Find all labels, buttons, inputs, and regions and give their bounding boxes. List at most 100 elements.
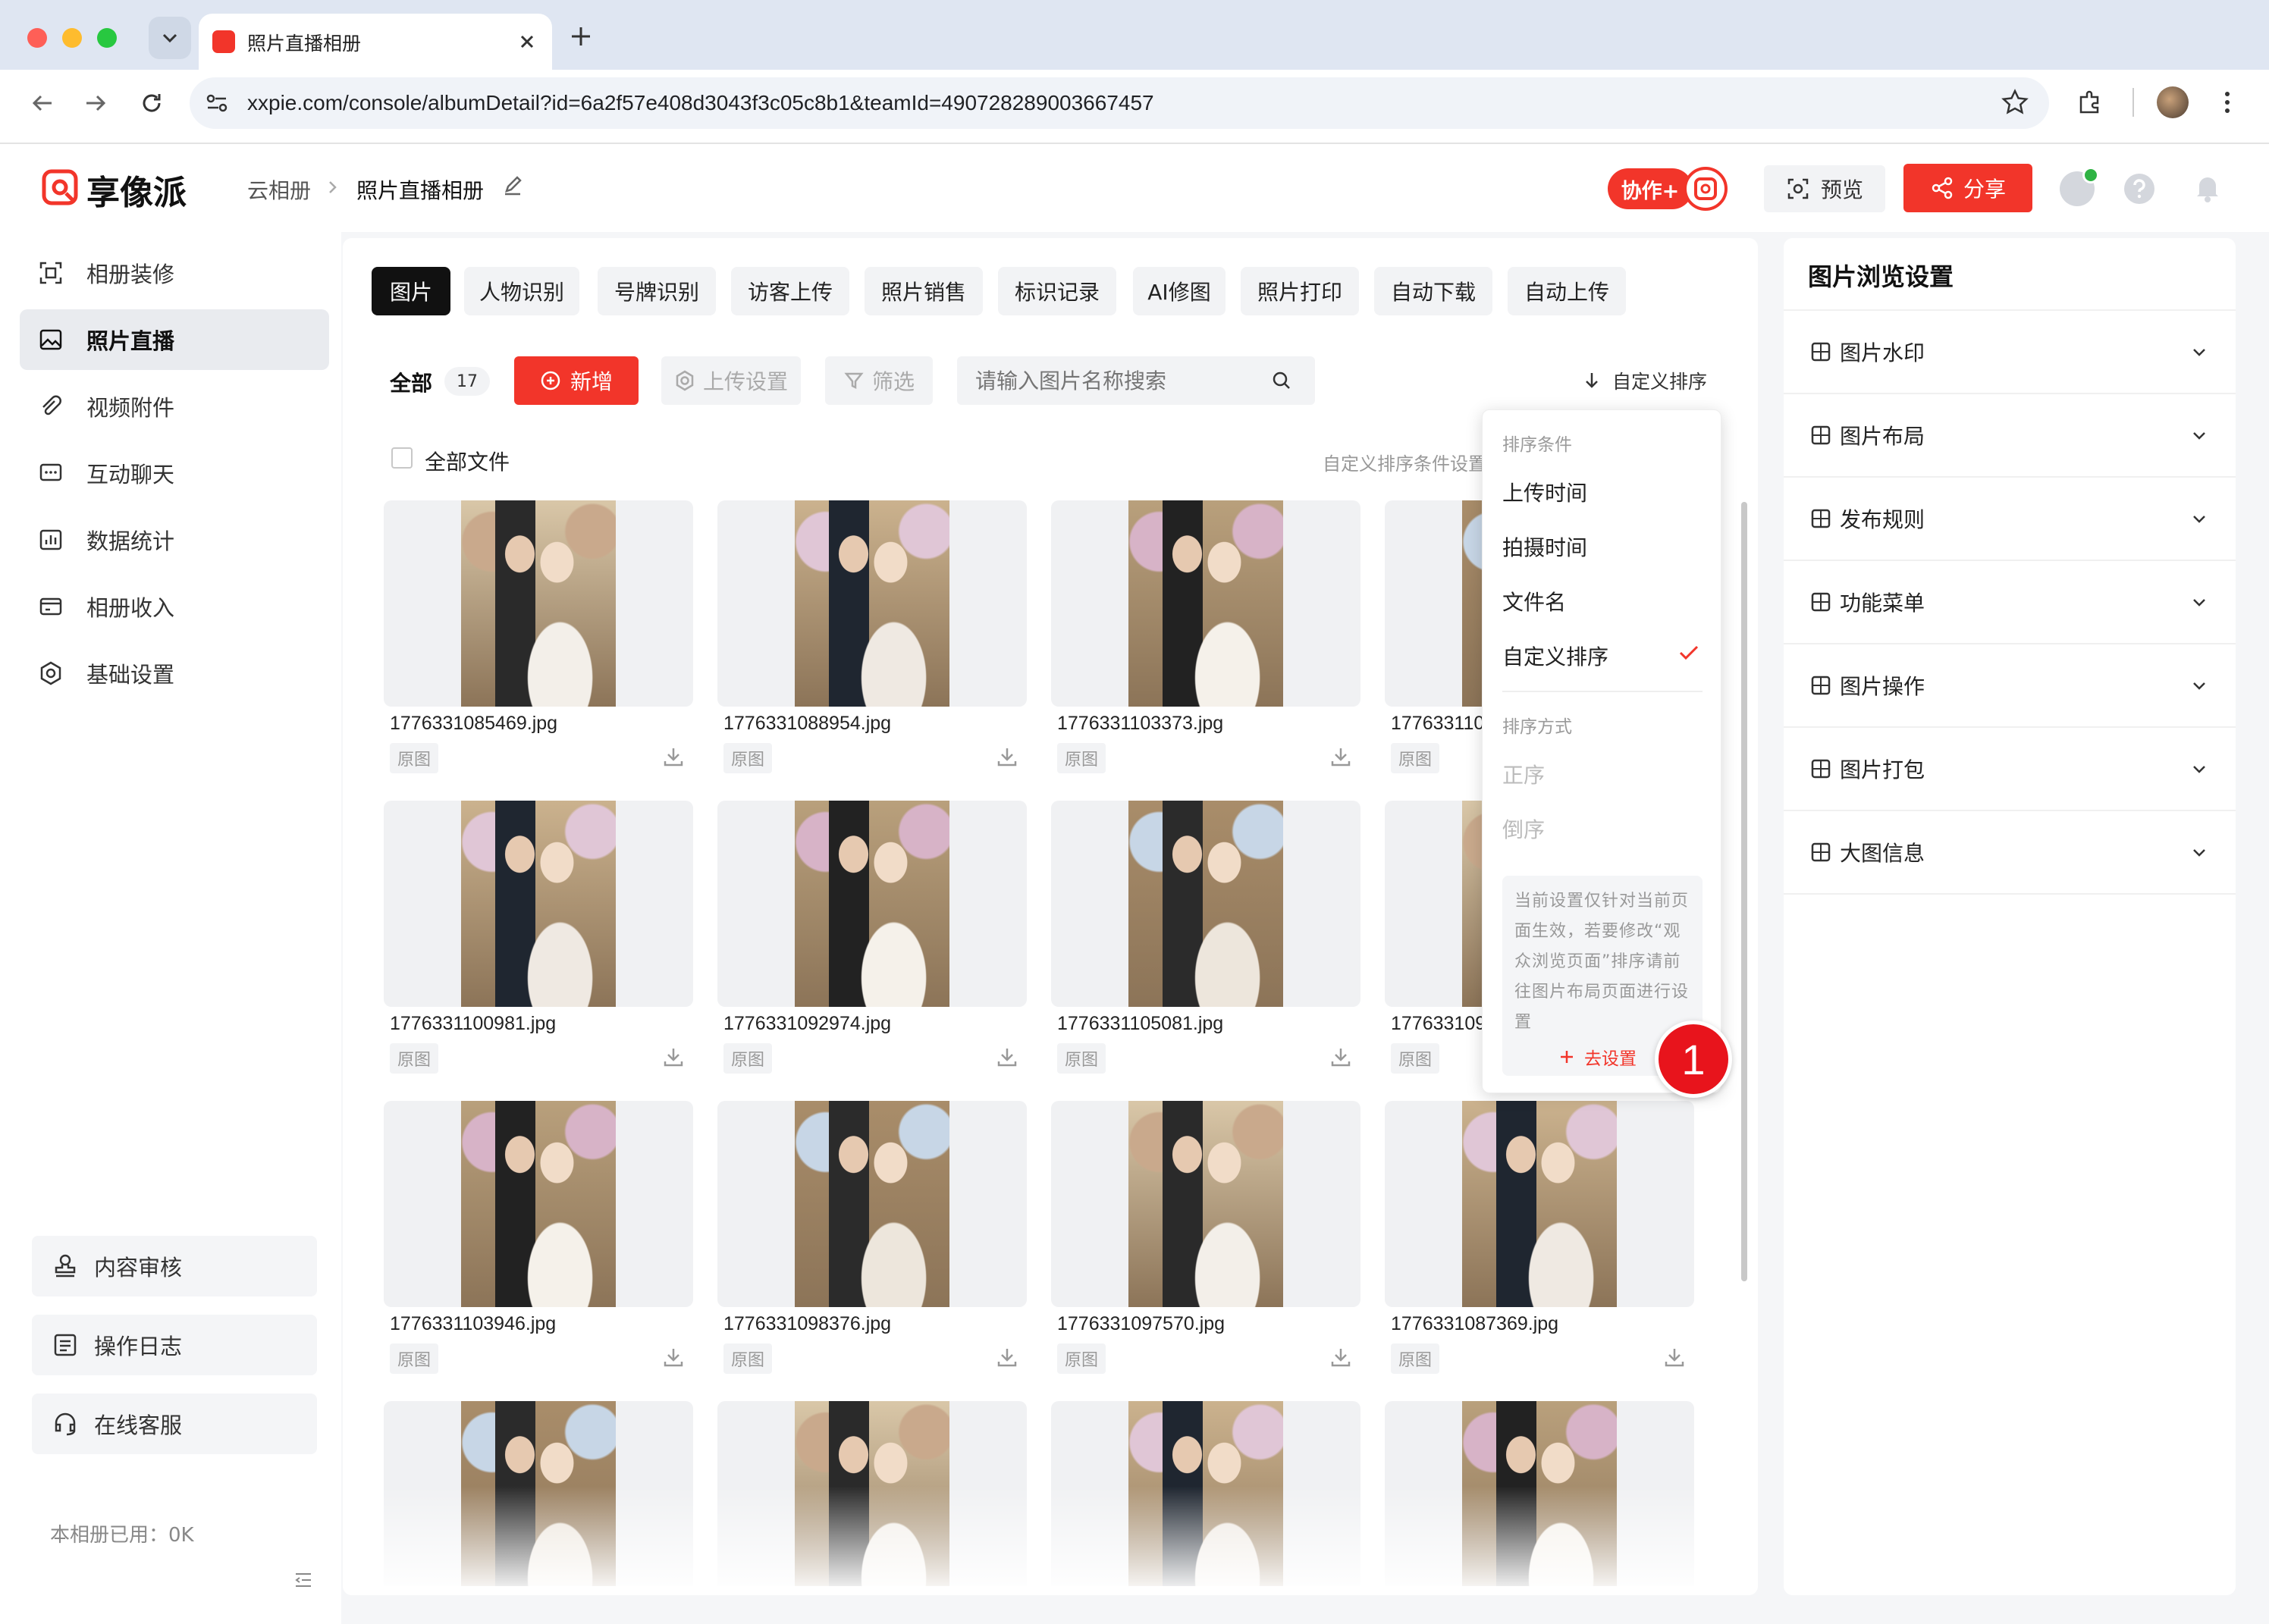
close-window-icon[interactable]: [27, 28, 47, 48]
url-text[interactable]: xxpie.com/console/albumDetail?id=6a2f57e…: [247, 91, 1154, 115]
search-input[interactable]: [975, 364, 1263, 397]
tab-auto-download[interactable]: 自动下载: [1374, 267, 1492, 315]
tab-mark-record[interactable]: 标识记录: [998, 267, 1116, 315]
profile-avatar[interactable]: [2157, 86, 2189, 118]
extensions-icon[interactable]: [2075, 88, 2104, 117]
upload-settings-button[interactable]: 上传设置: [661, 356, 801, 405]
filter-button[interactable]: 筛选: [825, 356, 933, 405]
notification-bell-icon[interactable]: [2190, 170, 2225, 205]
site-info-icon[interactable]: [203, 89, 231, 117]
photo-thumbnail[interactable]: [717, 1101, 1027, 1307]
operation-log-button[interactable]: 操作日志: [32, 1315, 317, 1375]
sidebar-item-income[interactable]: 相册收入: [20, 576, 329, 637]
photo-thumbnail[interactable]: [384, 1101, 693, 1307]
download-icon[interactable]: [995, 1045, 1019, 1069]
sort-option-shoot-time[interactable]: 拍摄时间: [1502, 531, 1587, 562]
back-icon[interactable]: [29, 89, 56, 117]
photo-thumbnail[interactable]: [1051, 500, 1360, 707]
photo-thumbnail[interactable]: [384, 500, 693, 707]
sidebar-item-settings[interactable]: 基础设置: [20, 643, 329, 704]
tab-search-button[interactable]: [149, 17, 191, 59]
add-button[interactable]: 新增: [514, 356, 639, 405]
maximize-window-icon[interactable]: [97, 28, 117, 48]
photo-thumbnail[interactable]: [1051, 801, 1360, 1007]
tab-ai-retouch[interactable]: AI修图: [1133, 267, 1226, 315]
bookmark-star-icon[interactable]: [2001, 88, 2029, 117]
sort-mode-desc[interactable]: 倒序: [1502, 814, 1545, 844]
tab-person-recognition[interactable]: 人物识别: [464, 267, 579, 315]
forward-icon[interactable]: [82, 89, 109, 117]
download-icon[interactable]: [1329, 1045, 1353, 1069]
photo-thumbnail[interactable]: [717, 801, 1027, 1007]
settings-item-1[interactable]: 图片水印: [1784, 311, 2236, 394]
download-icon[interactable]: [1329, 745, 1353, 769]
collapse-sidebar-icon[interactable]: [293, 1569, 314, 1591]
settings-item-6[interactable]: 图片打包: [1784, 728, 2236, 811]
reload-icon[interactable]: [138, 89, 165, 117]
sort-option-filename[interactable]: 文件名: [1502, 586, 1566, 616]
download-icon[interactable]: [1662, 1345, 1687, 1369]
preview-button[interactable]: 预览: [1764, 165, 1885, 212]
download-icon[interactable]: [1329, 1345, 1353, 1369]
photo-card[interactable]: 1776331097570.jpg 原图: [1051, 1101, 1360, 1374]
download-icon[interactable]: [995, 745, 1019, 769]
sidebar-item-video[interactable]: 视频附件: [20, 376, 329, 437]
edit-title-icon[interactable]: [501, 174, 525, 199]
photo-card[interactable]: 1776331103946.jpg 原图: [384, 1101, 693, 1374]
photo-thumbnail[interactable]: [717, 500, 1027, 707]
upload-settings-label: 上传设置: [702, 369, 788, 394]
photo-card[interactable]: 1776331085469.jpg 原图: [384, 500, 693, 773]
help-icon[interactable]: [2122, 171, 2157, 206]
new-tab-icon[interactable]: [567, 23, 595, 50]
sidebar-item-stats[interactable]: 数据统计: [20, 509, 329, 570]
goto-settings-link[interactable]: 去设置: [1558, 1044, 1637, 1070]
content-review-button[interactable]: 内容审核: [32, 1236, 317, 1296]
photo-thumbnail[interactable]: [1051, 1101, 1360, 1307]
sort-option-custom[interactable]: 自定义排序: [1502, 641, 1608, 671]
photo-card[interactable]: 1776331105081.jpg 原图: [1051, 801, 1360, 1074]
download-icon[interactable]: [661, 745, 686, 769]
settings-item-7[interactable]: 大图信息: [1784, 811, 2236, 895]
browser-tab[interactable]: 照片直播相册: [199, 14, 552, 70]
settings-item-3[interactable]: 发布规则: [1784, 478, 2236, 561]
more-menu-icon[interactable]: [2213, 88, 2242, 117]
tab-photos[interactable]: 图片: [372, 267, 450, 315]
photo-thumbnail[interactable]: [384, 801, 693, 1007]
photo-card[interactable]: 1776331088954.jpg 原图: [717, 500, 1027, 773]
settings-item-5[interactable]: 图片操作: [1784, 644, 2236, 728]
minimize-window-icon[interactable]: [62, 28, 82, 48]
search-box[interactable]: [957, 356, 1315, 405]
photo-card[interactable]: 1776331092974.jpg 原图: [717, 801, 1027, 1074]
tab-visitor-upload[interactable]: 访客上传: [731, 267, 849, 315]
photo-card[interactable]: 1776331103373.jpg 原图: [1051, 500, 1360, 773]
sidebar-item-photo-live[interactable]: 照片直播: [20, 309, 329, 370]
settings-item-2[interactable]: 图片布局: [1784, 394, 2236, 478]
collaborator-avatar[interactable]: [1684, 167, 1728, 211]
sidebar-item-decoration[interactable]: 相册装修: [20, 243, 329, 303]
photo-card[interactable]: 1776331087369.jpg 原图: [1385, 1101, 1694, 1374]
photo-thumbnail[interactable]: [1385, 1101, 1694, 1307]
sort-trigger[interactable]: 自定义排序: [1582, 367, 1707, 394]
sort-option-upload-time[interactable]: 上传时间: [1502, 477, 1587, 507]
breadcrumb-root[interactable]: 云相册: [247, 174, 311, 205]
search-icon[interactable]: [1271, 370, 1292, 391]
sidebar-item-chat[interactable]: 互动聊天: [20, 443, 329, 503]
download-icon[interactable]: [661, 1045, 686, 1069]
tab-photo-sales[interactable]: 照片销售: [865, 267, 983, 315]
scrollbar-thumb[interactable]: [1741, 502, 1747, 1281]
photo-card[interactable]: 1776331100981.jpg 原图: [384, 801, 693, 1074]
collaborate-button[interactable]: 协作+: [1608, 168, 1693, 209]
share-button[interactable]: 分享: [1903, 164, 2032, 212]
sort-mode-asc[interactable]: 正序: [1502, 759, 1545, 789]
select-all-checkbox[interactable]: [391, 447, 413, 469]
tab-photo-print[interactable]: 照片打印: [1241, 267, 1359, 315]
tab-bib-recognition[interactable]: 号牌识别: [598, 267, 716, 315]
photo-card[interactable]: 1776331098376.jpg 原图: [717, 1101, 1027, 1374]
filter-all-label[interactable]: 全部: [390, 367, 432, 397]
tab-auto-upload[interactable]: 自动上传: [1508, 267, 1626, 315]
settings-item-4[interactable]: 功能菜单: [1784, 561, 2236, 644]
online-support-button[interactable]: 在线客服: [32, 1394, 317, 1454]
download-icon[interactable]: [995, 1345, 1019, 1369]
close-tab-icon[interactable]: [516, 30, 538, 53]
download-icon[interactable]: [661, 1345, 686, 1369]
